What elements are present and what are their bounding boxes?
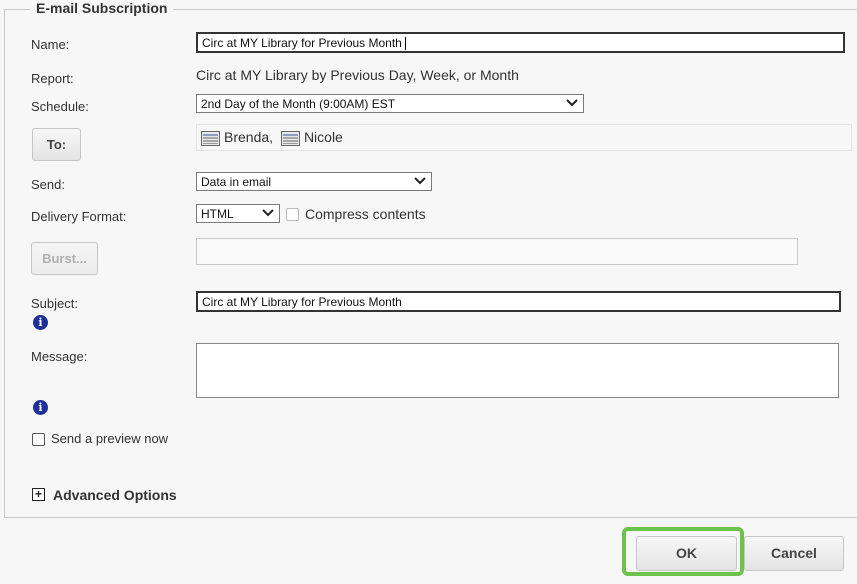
cancel-button[interactable]: Cancel: [744, 536, 844, 571]
report-value: Circ at MY Library by Previous Day, Week…: [196, 67, 519, 83]
to-button[interactable]: To:: [32, 128, 81, 161]
recipients-field[interactable]: Brenda, Nicole: [196, 124, 852, 151]
recipient-icon: [201, 130, 220, 146]
send-preview-label: Send a preview now: [51, 431, 169, 446]
info-icon[interactable]: i: [33, 400, 48, 415]
subject-input[interactable]: Circ at MY Library for Previous Month: [196, 291, 841, 312]
send-label: Send:: [31, 177, 65, 192]
burst-field[interactable]: [196, 238, 798, 265]
send-selected-value: Data in email: [201, 175, 272, 189]
message-textarea[interactable]: [196, 343, 839, 398]
name-input[interactable]: Circ at MY Library for Previous Month: [196, 32, 845, 53]
advanced-options-toggle[interactable]: Advanced Options: [53, 487, 177, 503]
chevron-down-icon: [414, 177, 426, 185]
chevron-down-icon: [262, 209, 274, 217]
report-label: Report:: [31, 71, 74, 86]
message-label: Message:: [31, 349, 88, 364]
send-preview-checkbox[interactable]: [32, 433, 45, 446]
schedule-label: Schedule:: [31, 99, 89, 114]
compress-contents-label: Compress contents: [305, 206, 426, 222]
compress-contents-checkbox[interactable]: [286, 208, 299, 221]
schedule-selected-value: 2nd Day of the Month (9:00AM) EST: [201, 97, 396, 111]
name-label: Name:: [31, 37, 70, 52]
section-title: E-mail Subscription: [30, 0, 174, 16]
recipient-icon: [280, 130, 300, 146]
name-input-value: Circ at MY Library for Previous Month: [202, 36, 402, 50]
expand-plus-icon[interactable]: +: [32, 488, 45, 501]
recipient-name[interactable]: Nicole: [304, 129, 343, 145]
chevron-down-icon: [566, 99, 578, 107]
send-select[interactable]: Data in email: [196, 172, 432, 191]
ok-button[interactable]: OK: [636, 536, 737, 571]
delivery-format-selected-value: HTML: [201, 207, 234, 221]
text-cursor: [404, 37, 406, 51]
info-icon[interactable]: i: [33, 315, 48, 330]
subject-label: Subject:: [31, 296, 78, 311]
delivery-format-label: Delivery Format:: [31, 209, 127, 224]
recipient-name[interactable]: Brenda,: [224, 129, 273, 145]
schedule-select[interactable]: 2nd Day of the Month (9:00AM) EST: [196, 94, 584, 113]
burst-button[interactable]: Burst...: [31, 242, 98, 275]
delivery-format-select[interactable]: HTML: [196, 204, 280, 223]
